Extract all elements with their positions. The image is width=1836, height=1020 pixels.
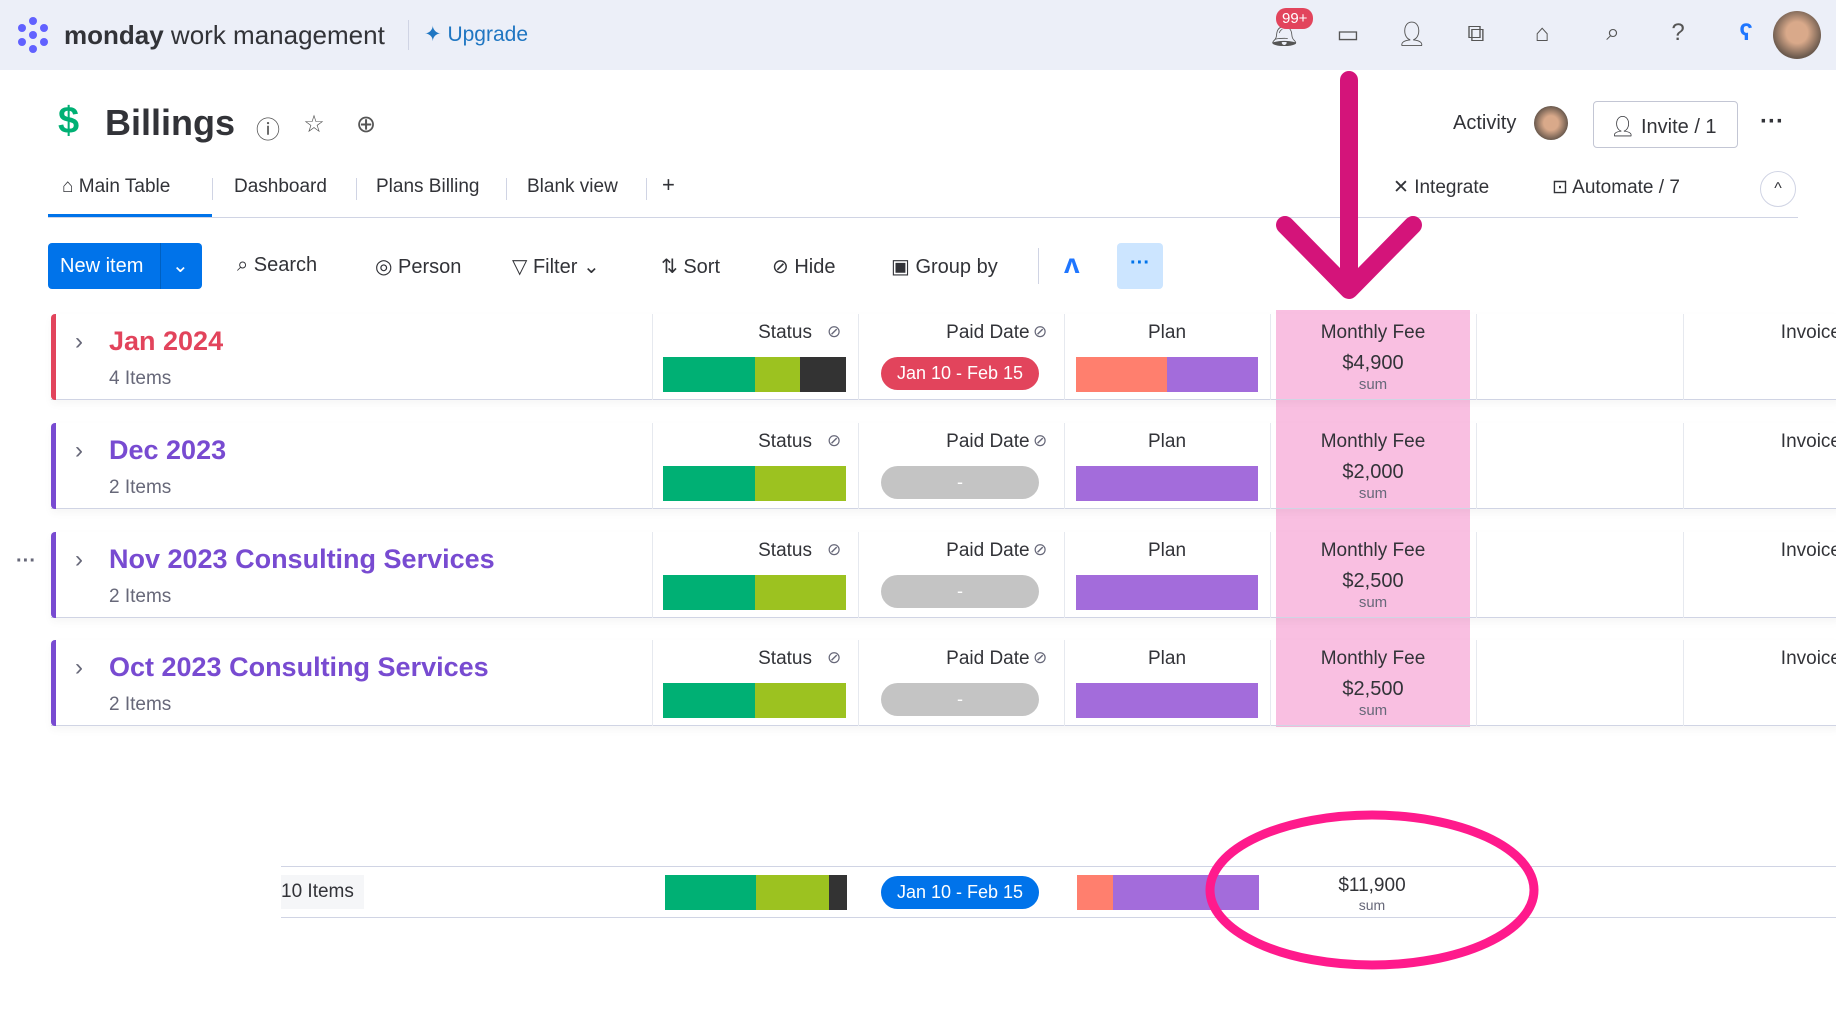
annotation-arrow — [1276, 71, 1422, 299]
annotation-overlay — [1205, 71, 1539, 970]
annotation-circle — [1205, 810, 1539, 970]
